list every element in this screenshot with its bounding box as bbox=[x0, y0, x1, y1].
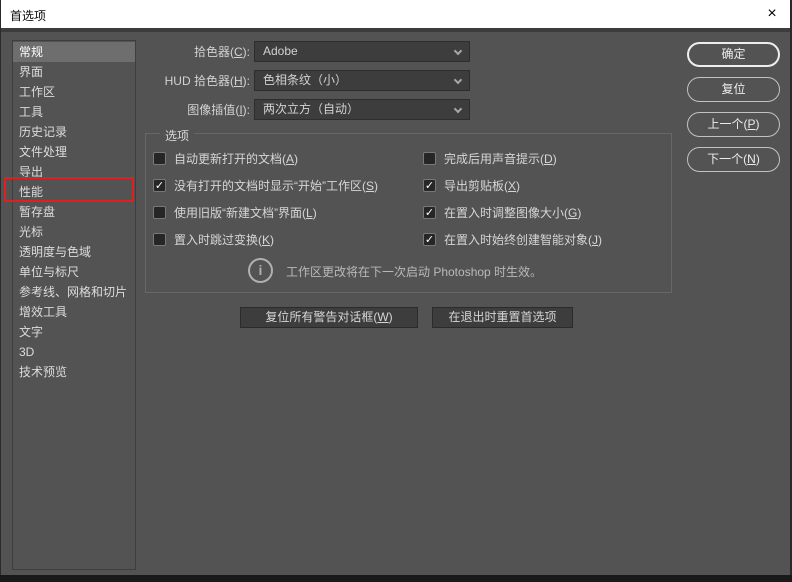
checkbox-icon[interactable]: ✓ bbox=[423, 232, 436, 246]
option-beep-when-done[interactable]: 完成后用声音提示(D) bbox=[423, 150, 557, 166]
sidebar-item-transparency-gamut[interactable]: 透明度与色域 bbox=[13, 242, 135, 262]
category-list: 常规 界面 工作区 工具 历史记录 文件处理 导出 性能 暂存盘 光标 透明度与… bbox=[12, 40, 136, 570]
checkbox-icon[interactable] bbox=[423, 151, 436, 165]
checkbox-icon[interactable]: ✓ bbox=[423, 205, 436, 219]
chevron-down-icon bbox=[453, 46, 463, 56]
checkbox-icon[interactable] bbox=[153, 232, 166, 246]
sidebar-item-plugins[interactable]: 增效工具 bbox=[13, 302, 135, 322]
option-label: 没有打开的文档时显示“开始”工作区(S) bbox=[174, 178, 379, 193]
sidebar-item-history-log[interactable]: 历史记录 bbox=[13, 122, 135, 142]
ok-button[interactable]: 确定 bbox=[687, 42, 780, 67]
image-interpolation-value: 两次立方（自动） bbox=[263, 102, 360, 116]
hud-color-picker-select[interactable]: 色相条纹（小） bbox=[254, 70, 470, 91]
option-label: 完成后用声音提示(D) bbox=[444, 151, 557, 166]
checkbox-icon[interactable]: ✓ bbox=[423, 178, 436, 192]
option-label: 在置入时调整图像大小(G) bbox=[444, 205, 582, 220]
checkbox-icon[interactable] bbox=[153, 205, 166, 219]
window-left-edge bbox=[0, 0, 1, 582]
option-export-clipboard[interactable]: ✓ 导出剪贴板(X) bbox=[423, 177, 520, 193]
workspace-restart-note: 工作区更改将在下一次启动 Photoshop 时生效。 bbox=[286, 265, 543, 279]
reset-button[interactable]: 复位 bbox=[687, 77, 780, 102]
next-button[interactable]: 下一个(N) bbox=[687, 147, 780, 172]
info-icon: i bbox=[248, 258, 273, 283]
sidebar-item-type[interactable]: 文字 bbox=[13, 322, 135, 342]
close-icon[interactable]: × bbox=[760, 3, 784, 25]
title-bar: 首选项 × bbox=[0, 0, 792, 28]
dialog-title: 首选项 bbox=[10, 9, 47, 23]
option-always-create-smart-objects[interactable]: ✓ 在置入时始终创建智能对象(J) bbox=[423, 231, 602, 247]
sidebar-item-technology-previews[interactable]: 技术预览 bbox=[13, 362, 135, 382]
sidebar-item-general[interactable]: 常规 bbox=[13, 42, 135, 62]
chevron-down-icon bbox=[453, 104, 463, 114]
window-bottom-edge bbox=[0, 575, 792, 582]
sidebar-item-scratch-disks[interactable]: 暂存盘 bbox=[13, 202, 135, 222]
sidebar-item-units-rulers[interactable]: 单位与标尺 bbox=[13, 262, 135, 282]
sidebar-item-3d[interactable]: 3D bbox=[13, 342, 135, 362]
option-skip-transform-when-placing[interactable]: 置入时跳过变换(K) bbox=[153, 231, 274, 247]
sidebar-item-file-handling[interactable]: 文件处理 bbox=[13, 142, 135, 162]
reset-all-warning-dialogs-button[interactable]: 复位所有警告对话框(W) bbox=[240, 307, 418, 328]
preferences-dialog: 首选项 × 常规 界面 工作区 工具 历史记录 文件处理 导出 性能 暂存盘 光… bbox=[0, 0, 792, 582]
option-legacy-new-document[interactable]: 使用旧版“新建文档”界面(L) bbox=[153, 204, 317, 220]
option-resize-image-during-place[interactable]: ✓ 在置入时调整图像大小(G) bbox=[423, 204, 581, 220]
checkbox-icon[interactable]: ✓ bbox=[153, 178, 166, 192]
checkbox-icon[interactable] bbox=[153, 151, 166, 165]
option-label: 使用旧版“新建文档”界面(L) bbox=[174, 205, 317, 220]
sidebar-item-tools[interactable]: 工具 bbox=[13, 102, 135, 122]
option-show-start-workspace[interactable]: ✓ 没有打开的文档时显示“开始”工作区(S) bbox=[153, 177, 378, 193]
annotation-box-performance bbox=[4, 177, 134, 202]
image-interpolation-label: 图像插值(I): bbox=[187, 103, 250, 117]
options-group-title: 选项 bbox=[160, 127, 195, 144]
hud-color-picker-value: 色相条纹（小） bbox=[263, 73, 348, 87]
hud-color-picker-label: HUD 拾色器(H): bbox=[164, 74, 250, 88]
sidebar-item-workspace[interactable]: 工作区 bbox=[13, 82, 135, 102]
titlebar-divider bbox=[0, 28, 792, 32]
option-label: 导出剪贴板(X) bbox=[444, 178, 521, 193]
option-label: 在置入时始终创建智能对象(J) bbox=[444, 232, 603, 247]
reset-preferences-on-quit-button[interactable]: 在退出时重置首选项 bbox=[432, 307, 573, 328]
option-label: 置入时跳过变换(K) bbox=[174, 232, 275, 247]
color-picker-select[interactable]: Adobe bbox=[254, 41, 470, 62]
sidebar-item-guides-grid-slices[interactable]: 参考线、网格和切片 bbox=[13, 282, 135, 302]
color-picker-value: Adobe bbox=[263, 44, 298, 58]
option-auto-update-open-documents[interactable]: 自动更新打开的文档(A) bbox=[153, 150, 298, 166]
option-label: 自动更新打开的文档(A) bbox=[174, 151, 299, 166]
sidebar-item-interface[interactable]: 界面 bbox=[13, 62, 135, 82]
color-picker-label: 拾色器(C): bbox=[193, 45, 250, 59]
sidebar-item-cursors[interactable]: 光标 bbox=[13, 222, 135, 242]
previous-button[interactable]: 上一个(P) bbox=[687, 112, 780, 137]
chevron-down-icon bbox=[453, 75, 463, 85]
image-interpolation-select[interactable]: 两次立方（自动） bbox=[254, 99, 470, 120]
